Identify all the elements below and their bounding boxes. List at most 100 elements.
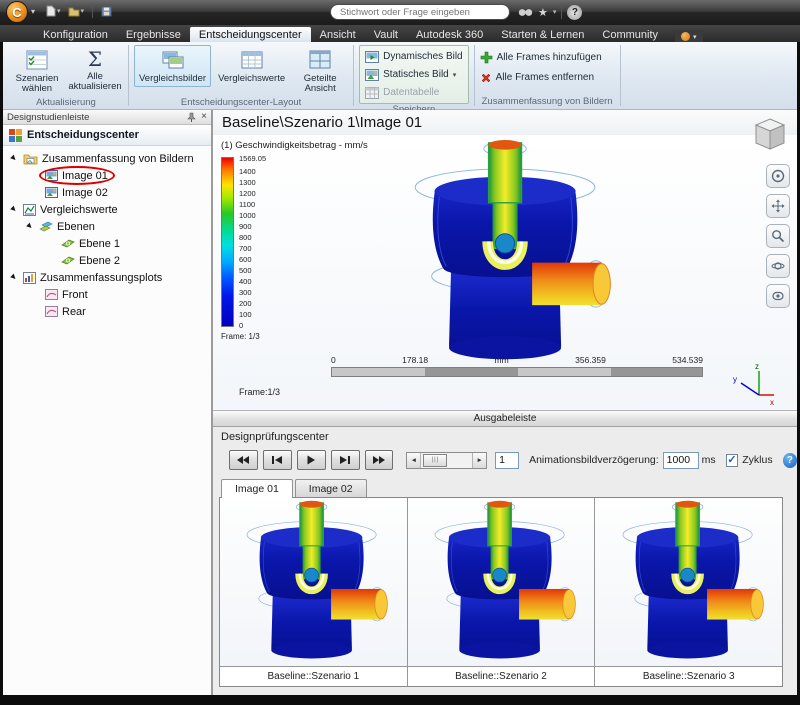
axis-z-label: z <box>755 362 759 371</box>
vergleichswerte-button[interactable]: Vergleichswerte <box>213 45 290 87</box>
tree-item-vergleichswerte[interactable]: ▶ Vergleichswerte <box>3 201 211 218</box>
menu-overflow-button[interactable]: ▾ <box>675 30 703 42</box>
help-button[interactable]: ? <box>567 4 583 20</box>
folder-icon <box>68 7 80 16</box>
statisches-bild-button[interactable]: Statisches Bild ▾ <box>365 66 462 83</box>
tree-item-image-01[interactable]: Image 01 <box>3 166 211 185</box>
plane-icon <box>61 239 75 248</box>
expander-icon[interactable]: ▶ <box>9 153 20 164</box>
tree-item-label: Front <box>62 288 88 301</box>
slider-left-arrow[interactable]: ◄ <box>407 452 422 468</box>
tree-item-front[interactable]: Front <box>3 286 211 303</box>
nav-look-button[interactable] <box>766 284 790 308</box>
szenarien-waehlen-button[interactable]: Szenarien wählen <box>9 45 65 97</box>
data-table-icon <box>365 86 380 99</box>
axis-y-label: y <box>733 375 737 384</box>
toolbar-separator <box>561 5 563 19</box>
cfd-viewport[interactable]: (1) Geschwindigkeitsbetrag - mm/s 1569.0… <box>213 135 797 410</box>
dynamisches-bild-button[interactable]: Dynamisches Bild <box>365 48 463 65</box>
play-button[interactable] <box>296 450 326 470</box>
tree-item-ebene-1[interactable]: Ebene 1 <box>3 235 211 252</box>
delay-input[interactable] <box>662 451 699 469</box>
tree-item-ebene-2[interactable]: Ebene 2 <box>3 252 211 269</box>
tab-entscheidungscenter[interactable]: Entscheidungscenter <box>189 27 311 42</box>
nav-orbit-button[interactable] <box>766 254 790 278</box>
scale-ruler: 0 178.18 mm 356.359 534.539 <box>331 355 703 377</box>
alle-aktualisieren-button[interactable]: Σ Alle aktualisieren <box>67 45 123 95</box>
scenario-thumbnail-3[interactable] <box>595 498 782 666</box>
help-button[interactable]: ? <box>782 452 797 468</box>
scenario-thumbnail-2[interactable] <box>407 498 596 666</box>
color-scale-bar <box>221 157 234 327</box>
entscheidungscenter-header[interactable]: Entscheidungscenter <box>3 125 211 146</box>
tree-item-zusammenfassungsplots[interactable]: ▶ Zusammenfassungsplots <box>3 269 211 286</box>
pin-icon[interactable] <box>186 112 197 123</box>
fast-forward-button[interactable] <box>364 450 394 470</box>
tab-ansicht[interactable]: Ansicht <box>311 27 365 42</box>
slider-track[interactable]: ||| <box>421 453 472 468</box>
alle-frames-entfernen-button[interactable]: Alle Frames entfernen <box>480 69 602 86</box>
alle-frames-hinzufuegen-button[interactable]: Alle Frames hinzufügen <box>480 49 602 66</box>
cycle-checkbox[interactable]: ✓ <box>725 453 739 467</box>
design-study-tree: ▶ Zusammenfassung von Bildern Image 01 I… <box>3 146 211 320</box>
scenario-thumbnail-1[interactable] <box>220 498 408 666</box>
cfd-thumbnail <box>605 500 773 664</box>
button-label: Vergleichswerte <box>218 73 286 84</box>
cfd-thumbnail <box>229 500 397 664</box>
app-menu-caret-icon[interactable]: ▾ <box>31 7 35 16</box>
geteilte-ansicht-button[interactable]: Geteilte Ansicht <box>292 45 348 97</box>
expander-icon[interactable]: ▶ <box>9 204 20 215</box>
ribbon-group-layout: Vergleichsbilder Vergleichswerte Geteilt… <box>130 42 352 109</box>
frame-number-input[interactable] <box>495 451 520 469</box>
tab-autodesk-360[interactable]: Autodesk 360 <box>407 27 492 42</box>
overflow-dot-icon <box>681 32 691 41</box>
app-logo-button[interactable]: C <box>6 1 28 23</box>
app-window: C ▾ ▾ ▾ ★ ▾ ? Konfiguration <box>0 0 800 705</box>
tab-vault[interactable]: Vault <box>365 27 407 42</box>
nav-zoom-button[interactable] <box>766 224 790 248</box>
ruler-tick: 0 <box>331 355 336 365</box>
frame-slider[interactable]: ◄ ||| ► <box>406 451 488 469</box>
output-bar-button[interactable]: Ausgabeleiste <box>213 410 797 427</box>
search-input[interactable] <box>330 4 510 20</box>
tree-item-ebenen[interactable]: ▶ Ebenen <box>3 218 211 235</box>
legend-frame-label: Frame: 1/3 <box>221 332 260 341</box>
tab-community[interactable]: Community <box>593 27 667 42</box>
tab-image-01[interactable]: Image 01 <box>221 479 293 498</box>
tree-item-rear[interactable]: Rear <box>3 303 211 320</box>
tab-ergebnisse[interactable]: Ergebnisse <box>117 27 190 42</box>
nav-wheel-button[interactable] <box>766 164 790 188</box>
qat-save-button[interactable] <box>99 5 114 18</box>
step-back-button[interactable] <box>262 450 292 470</box>
step-forward-button[interactable] <box>330 450 360 470</box>
legend-max-value: 1569.05 <box>239 154 267 163</box>
slider-thumb[interactable]: ||| <box>423 453 448 467</box>
tab-konfiguration[interactable]: Konfiguration <box>34 27 117 42</box>
axis-triad: z x y <box>733 362 774 407</box>
rewind-button[interactable] <box>229 450 258 470</box>
tree-item-zusammenfassung-von-bildern[interactable]: ▶ Zusammenfassung von Bildern <box>3 150 211 167</box>
datentabelle-button[interactable]: Datentabelle <box>365 84 462 101</box>
nav-pan-button[interactable] <box>766 194 790 218</box>
tab-starten-lernen[interactable]: Starten & Lernen <box>492 27 593 42</box>
tab-image-02[interactable]: Image 02 <box>294 479 367 497</box>
slider-right-arrow[interactable]: ► <box>472 452 487 468</box>
expander-icon[interactable]: ▶ <box>9 272 20 283</box>
group-label-aktualisierung: Aktualisierung <box>36 97 96 108</box>
view-cube[interactable] <box>751 116 789 154</box>
button-label: Alle aktualisieren <box>68 71 122 92</box>
favorites-star-icon[interactable]: ★ <box>538 6 548 19</box>
binoculars-icon[interactable] <box>518 7 533 18</box>
tree-item-image-02[interactable]: Image 02 <box>3 184 211 201</box>
close-icon[interactable]: × <box>201 112 207 122</box>
tree-item-label: Ebene 2 <box>79 254 120 267</box>
caret-down-icon[interactable]: ▾ <box>553 8 557 16</box>
qat-new-button[interactable]: ▾ <box>44 4 63 18</box>
planes-icon <box>39 221 53 231</box>
qat-open-button[interactable]: ▾ <box>66 5 87 18</box>
image-tab-control: Image 01 Image 02 Baseline::Szenario 1 B… <box>219 479 783 687</box>
axis-x-label: x <box>770 398 774 407</box>
expander-icon[interactable]: ▶ <box>25 221 36 232</box>
window-bottom-frame <box>0 695 800 705</box>
vergleichsbilder-button[interactable]: Vergleichsbilder <box>134 45 212 87</box>
